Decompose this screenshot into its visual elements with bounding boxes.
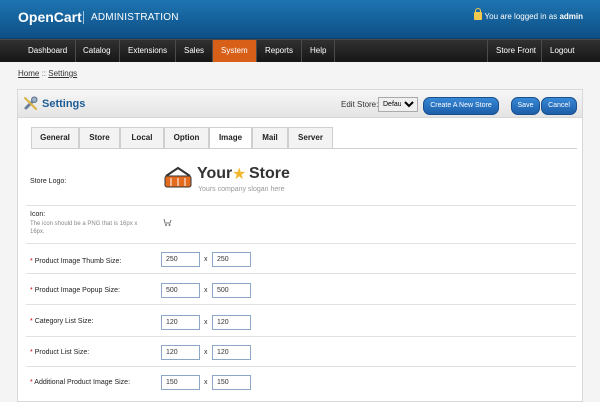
create-store-button[interactable]: Create A New Store <box>423 97 499 115</box>
breadcrumb-home[interactable]: Home <box>18 69 39 78</box>
cancel-button[interactable]: Cancel <box>541 97 577 115</box>
login-prefix: You are logged in as <box>484 12 558 21</box>
breadcrumb: Home :: Settings <box>18 69 77 78</box>
row-divider <box>26 273 576 274</box>
category-list-height-input[interactable]: 120 <box>212 315 251 330</box>
brand-logo: OpenCart <box>18 9 82 25</box>
menu-item-dashboard[interactable]: Dashboard <box>20 40 77 62</box>
logo-your: Your <box>197 165 233 182</box>
icon-label-text: Icon: <box>30 211 46 218</box>
page-title: Settings <box>42 98 86 110</box>
category-list-label: * Category List Size: <box>30 318 94 325</box>
brand-separator <box>83 11 84 24</box>
settings-panel: Settings Edit Store: Default Create A Ne… <box>17 89 583 402</box>
size-separator: x <box>204 319 208 326</box>
breadcrumb-separator: :: <box>41 69 47 78</box>
panel-header: Settings Edit Store: Default Create A Ne… <box>18 90 582 118</box>
menu-item-help[interactable]: Help <box>302 40 336 62</box>
menu-item-reports[interactable]: Reports <box>257 40 303 62</box>
row-divider <box>26 366 576 367</box>
login-status: You are logged in as admin <box>473 8 583 21</box>
menu-item-catalog[interactable]: Catalog <box>75 40 120 62</box>
size-separator: x <box>204 287 208 294</box>
product-list-height-input[interactable]: 120 <box>212 345 251 360</box>
product-list-width-input[interactable]: 120 <box>161 345 200 360</box>
login-user: admin <box>559 12 583 21</box>
menu-item-store-front[interactable]: Store Front <box>487 40 544 62</box>
store-logo-preview: Your ★ Store Yours company slogan here <box>163 164 308 194</box>
lock-icon <box>473 8 482 20</box>
additional-product-height-input[interactable]: 150 <box>212 375 251 390</box>
product-popup-width-input[interactable]: 500 <box>161 283 200 298</box>
category-list-label-text: Category List Size: <box>34 318 94 325</box>
product-thumb-width-input[interactable]: 250 <box>161 252 200 267</box>
tab-general[interactable]: General <box>31 127 79 148</box>
breadcrumb-settings[interactable]: Settings <box>48 69 77 78</box>
row-divider <box>26 304 576 305</box>
product-popup-label: * Product Image Popup Size: <box>30 287 120 294</box>
admin-title: ADMINISTRATION <box>91 12 179 23</box>
row-divider <box>26 336 576 337</box>
edit-store-label: Edit Store: <box>341 100 379 109</box>
size-separator: x <box>204 379 208 386</box>
tab-server[interactable]: Server <box>288 127 333 148</box>
tab-image[interactable]: Image <box>209 127 252 149</box>
menu-item-logout[interactable]: Logout <box>541 40 582 62</box>
tab-mail[interactable]: Mail <box>252 127 288 148</box>
tab-store[interactable]: Store <box>79 127 120 148</box>
admin-header: OpenCart ADMINISTRATION You are logged i… <box>0 0 600 39</box>
tab-local[interactable]: Local <box>120 127 164 148</box>
row-divider <box>26 243 576 244</box>
store-select[interactable]: Default <box>378 97 418 112</box>
settings-icon <box>24 96 38 110</box>
size-separator: x <box>204 349 208 356</box>
logo-store: Store <box>249 165 290 182</box>
product-list-label: * Product List Size: <box>30 349 90 356</box>
product-thumb-label-text: Product Image Thumb Size: <box>34 258 122 265</box>
product-list-label-text: Product List Size: <box>34 349 90 356</box>
category-list-width-input[interactable]: 120 <box>161 315 200 330</box>
row-divider <box>26 205 576 206</box>
menu-item-extensions[interactable]: Extensions <box>120 40 177 62</box>
logo-star-icon: ★ <box>232 166 247 183</box>
menu-item-system[interactable]: System <box>213 40 257 62</box>
size-separator: x <box>204 256 208 263</box>
tab-separator <box>31 148 577 149</box>
additional-product-label: * Additional Product Image Size: <box>30 379 131 386</box>
main-menu: Dashboard Catalog Extensions Sales Syste… <box>0 39 600 62</box>
menu-item-sales[interactable]: Sales <box>176 40 214 62</box>
product-thumb-height-input[interactable]: 250 <box>212 252 251 267</box>
icon-hint: The icon should be a PNG that is 16px x … <box>30 221 138 235</box>
cart-icon <box>163 218 172 226</box>
tab-option[interactable]: Option <box>164 127 209 148</box>
logo-slogan: Yours company slogan here <box>198 186 285 193</box>
additional-product-width-input[interactable]: 150 <box>161 375 200 390</box>
icon-label: Icon: The icon should be a PNG that is 1… <box>30 211 148 236</box>
product-thumb-label: * Product Image Thumb Size: <box>30 258 122 265</box>
basket-icon <box>164 166 192 188</box>
save-button[interactable]: Save <box>511 97 540 115</box>
product-popup-label-text: Product Image Popup Size: <box>34 287 120 294</box>
additional-product-label-text: Additional Product Image Size: <box>34 379 131 386</box>
product-popup-height-input[interactable]: 500 <box>212 283 251 298</box>
store-logo-label: Store Logo: <box>30 178 67 185</box>
